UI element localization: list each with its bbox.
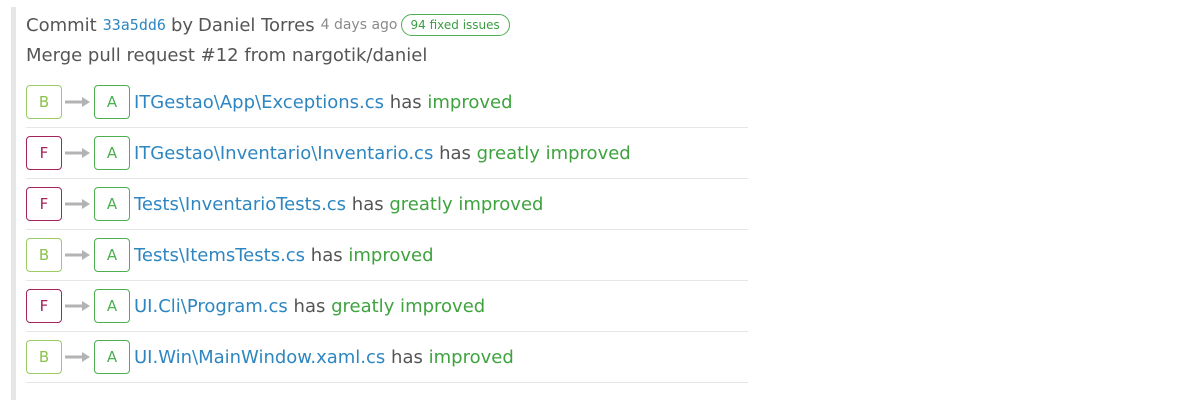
right-arrow-icon (62, 136, 94, 170)
from-grade-badge: F (26, 136, 62, 170)
file-change-text: UI.Cli\Program.cs has greatly improved (134, 296, 485, 317)
right-arrow-icon (62, 340, 94, 374)
file-changes-list: B A ITGestao\App\Exceptions.cs has impro… (26, 77, 748, 383)
file-link[interactable]: Tests\ItemsTests.cs (134, 245, 305, 266)
file-change-text: ITGestao\App\Exceptions.cs has improved (134, 92, 513, 113)
file-change-text: UI.Win\MainWindow.xaml.cs has improved (134, 347, 514, 368)
file-change-text: Tests\ItemsTests.cs has improved (134, 245, 434, 266)
to-grade-badge: A (94, 289, 130, 323)
file-change-row: F A UI.Cli\Program.cs has greatly improv… (26, 281, 748, 332)
from-grade-badge: B (26, 85, 62, 119)
has-label: has (439, 142, 471, 164)
file-change-row: B A Tests\ItemsTests.cs has improved (26, 230, 748, 281)
has-label: has (351, 193, 384, 215)
has-label: has (293, 295, 326, 317)
right-arrow-icon (62, 85, 94, 119)
commit-author: Daniel Torres (198, 14, 315, 36)
from-grade-badge: F (26, 289, 62, 323)
commit-hash-link[interactable]: 33a5dd6 (103, 16, 166, 34)
file-link[interactable]: Tests\InventarioTests.cs (134, 194, 346, 215)
file-link[interactable]: ITGestao\Inventario\Inventario.cs (134, 143, 433, 164)
status-text: greatly improved (331, 295, 486, 317)
to-grade-badge: A (94, 136, 130, 170)
file-change-text: ITGestao\Inventario\Inventario.cs has gr… (134, 143, 631, 164)
commit-message: Merge pull request #12 from nargotik/dan… (26, 45, 428, 66)
file-change-row: F A ITGestao\Inventario\Inventario.cs ha… (26, 128, 748, 179)
status-text: improved (427, 91, 513, 113)
status-text: improved (428, 346, 514, 368)
status-text: greatly improved (476, 142, 631, 164)
status-text: greatly improved (389, 193, 544, 215)
to-grade-badge: A (94, 340, 130, 374)
from-grade-badge: B (26, 238, 62, 272)
file-link[interactable]: ITGestao\App\Exceptions.cs (134, 92, 384, 113)
status-text: improved (348, 244, 434, 266)
has-label: has (310, 244, 343, 266)
from-grade-badge: F (26, 187, 62, 221)
file-link[interactable]: UI.Win\MainWindow.xaml.cs (134, 347, 385, 368)
commit-summary: Commit 33a5dd6 by Daniel Torres 4 days a… (26, 10, 510, 40)
to-grade-badge: A (94, 85, 130, 119)
to-grade-badge: A (94, 187, 130, 221)
from-grade-badge: B (26, 340, 62, 374)
file-link[interactable]: UI.Cli\Program.cs (134, 296, 288, 317)
has-label: has (391, 346, 423, 368)
right-arrow-icon (62, 289, 94, 323)
to-grade-badge: A (94, 238, 130, 272)
right-arrow-icon (62, 187, 94, 221)
fixed-issues-badge[interactable]: 94 fixed issues (400, 14, 510, 36)
commit-by-label: by (170, 14, 194, 36)
file-change-text: Tests\InventarioTests.cs has greatly imp… (134, 194, 543, 215)
file-change-row: B A UI.Win\MainWindow.xaml.cs has improv… (26, 332, 748, 383)
file-change-row: F A Tests\InventarioTests.cs has greatly… (26, 179, 748, 230)
commit-header: Commit 33a5dd6 by Daniel Torres 4 days a… (26, 10, 510, 69)
commit-time-ago: 4 days ago (320, 17, 398, 33)
commit-prefix: Commit (26, 14, 97, 36)
right-arrow-icon (62, 238, 94, 272)
has-label: has (389, 91, 422, 113)
file-change-row: B A ITGestao\App\Exceptions.cs has impro… (26, 77, 748, 128)
